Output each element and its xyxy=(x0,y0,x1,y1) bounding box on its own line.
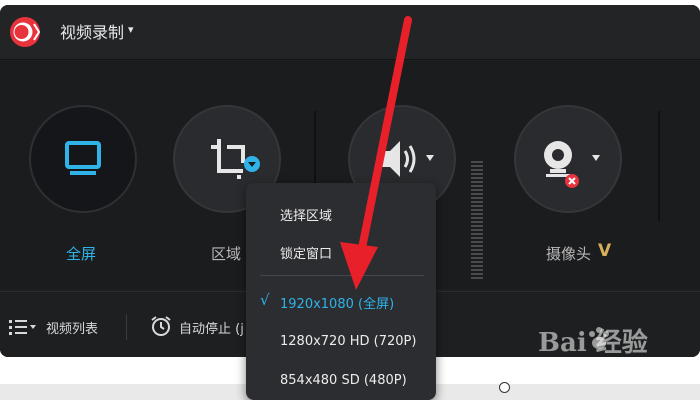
region-mode-label[interactable]: 区域 xyxy=(211,243,241,264)
vip-badge: V xyxy=(598,241,612,261)
monitor-icon xyxy=(65,141,101,175)
title-dropdown-icon[interactable]: ▾ xyxy=(128,23,134,36)
region-dropdown-menu: 选择区域 锁定窗口 √ 1920x1080 (全屏) 1280x720 HD (… xyxy=(246,183,436,400)
watermark-url: jingyan.baidu.com xyxy=(540,362,633,373)
list-menu-icon[interactable] xyxy=(9,318,39,336)
menu-item-720p[interactable]: 1280x720 HD (720P) xyxy=(280,334,416,349)
menu-item-select-region[interactable]: 选择区域 xyxy=(280,205,332,224)
audio-level-meter xyxy=(471,161,483,281)
region-dropdown-icon[interactable] xyxy=(243,155,261,173)
title-bar: 视频录制 ▾ xyxy=(0,5,700,60)
menu-item-1080p[interactable]: 1920x1080 (全屏) xyxy=(280,293,394,312)
auto-stop-button[interactable]: 自动停止 (j xyxy=(179,318,244,337)
alarm-clock-icon[interactable] xyxy=(150,315,172,337)
app-title[interactable]: 视频录制 xyxy=(60,19,124,43)
panel-divider xyxy=(658,111,660,221)
scroll-handle[interactable] xyxy=(499,382,510,393)
menu-item-lock-window[interactable]: 锁定窗口 xyxy=(280,243,332,262)
video-list-button[interactable]: 视频列表 xyxy=(46,318,98,337)
fullscreen-mode-label[interactable]: 全屏 xyxy=(66,243,96,264)
checkmark-icon: √ xyxy=(260,291,270,309)
menu-divider xyxy=(260,275,424,276)
disabled-status-icon xyxy=(565,174,579,188)
webcam-mode-button[interactable] xyxy=(514,105,622,213)
toolbar-divider xyxy=(126,314,127,340)
record-logo-icon xyxy=(10,17,41,47)
fullscreen-mode-button[interactable] xyxy=(29,105,137,213)
menu-item-480p[interactable]: 854x480 SD (480P) xyxy=(280,373,407,388)
paw-print-icon xyxy=(589,327,609,349)
baidu-jingyan-watermark: Bai 经验 jingyan.baidu.com xyxy=(538,322,698,392)
webcam-icon xyxy=(544,141,600,177)
webcam-mode-label[interactable]: 摄像头 xyxy=(546,243,591,264)
